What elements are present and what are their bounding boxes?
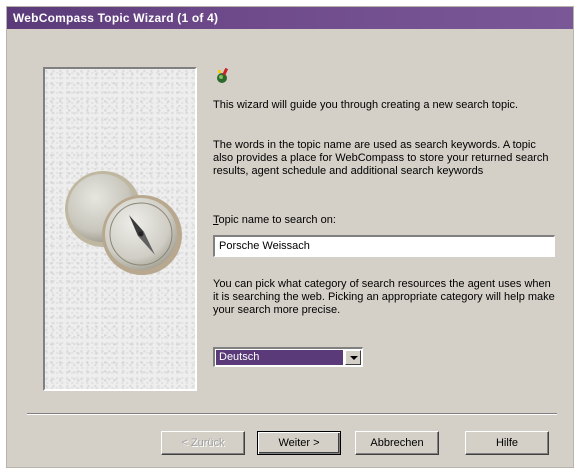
help-button[interactable]: Hilfe (465, 431, 549, 455)
category-description: You can pick what category of search res… (213, 278, 555, 316)
button-separator (27, 413, 557, 415)
category-selected-value: Deutsch (216, 350, 343, 365)
back-button[interactable]: < Zurück (161, 431, 245, 455)
compass-icon (65, 171, 182, 275)
chevron-down-icon[interactable] (345, 350, 361, 365)
topic-name-label: Topic name to search on: (213, 214, 336, 226)
wizard-icon (214, 67, 232, 88)
category-dropdown[interactable]: Deutsch (213, 347, 363, 367)
description-text: The words in the topic name are used as … (213, 139, 549, 177)
topic-wizard-dialog: WebCompass Topic Wizard (1 of 4) This wi… (6, 6, 574, 468)
topic-name-input[interactable]: Porsche Weissach (213, 235, 555, 257)
title-bar[interactable]: WebCompass Topic Wizard (1 of 4) (7, 7, 573, 29)
cancel-button[interactable]: Abbrechen (355, 431, 439, 455)
intro-text: This wizard will guide you through creat… (213, 99, 519, 111)
next-button[interactable]: Weiter > (257, 431, 341, 455)
compass-illustration (43, 67, 197, 391)
topic-label-text: opic name to search on: (218, 214, 336, 226)
window-title: WebCompass Topic Wizard (1 of 4) (13, 11, 219, 25)
